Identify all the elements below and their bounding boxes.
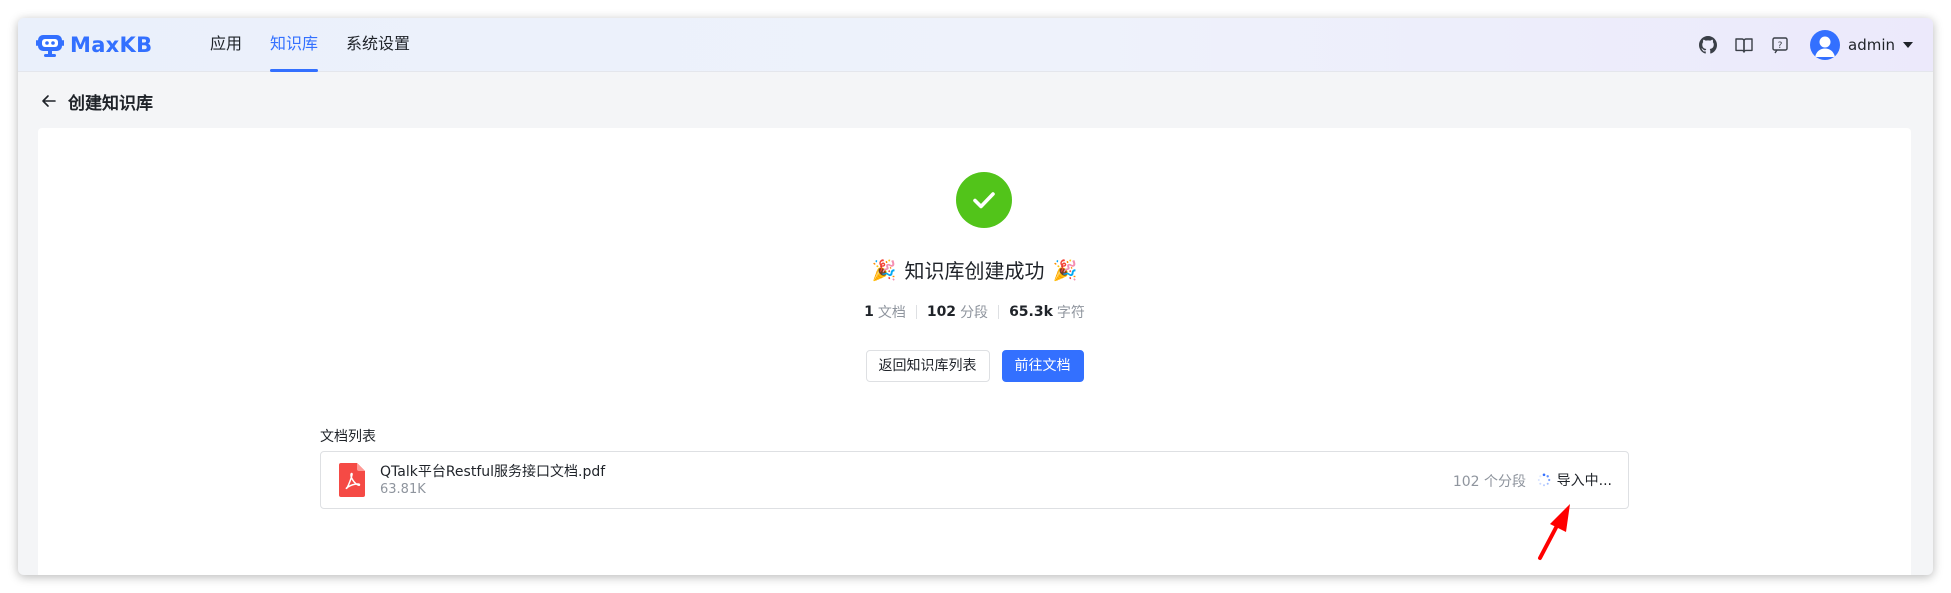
party-popper-icon: 🎉	[871, 257, 897, 282]
nav-item-apps[interactable]: 应用	[210, 18, 242, 72]
back-arrow-icon[interactable]	[40, 92, 58, 110]
success-title: 知识库创建成功	[904, 259, 1045, 283]
document-size: 63.81K	[380, 482, 426, 497]
stat-char-count: 65.3k	[1009, 304, 1053, 320]
list-item[interactable]: QTalk平台Restful服务接口文档.pdf 63.81K 102 个分段 …	[320, 451, 1629, 509]
page-header: 创建知识库	[40, 88, 153, 114]
loading-spinner-icon	[1537, 473, 1550, 487]
brand-name: MaxKB	[70, 33, 153, 57]
svg-text:?: ?	[1778, 41, 1783, 51]
summary-stats: 1 文档 102 分段 65.3k 字符	[38, 302, 1911, 322]
document-name: QTalk平台Restful服务接口文档.pdf	[380, 464, 606, 480]
divider	[998, 305, 1000, 319]
success-title-row: 🎉 知识库创建成功 🎉	[38, 255, 1911, 284]
success-check-icon	[956, 172, 1012, 228]
app-window: MaxKB 应用 知识库 系统设置 ? admin 创建知识库 🎉 知识库创建成…	[18, 18, 1933, 575]
user-avatar[interactable]	[1810, 30, 1840, 60]
stat-char-unit: 字符	[1056, 305, 1085, 321]
github-icon[interactable]	[1698, 35, 1718, 55]
header-actions: ? admin	[1682, 27, 1913, 63]
main-nav: 应用 知识库 系统设置	[210, 18, 438, 72]
robot-logo-icon	[36, 35, 64, 57]
divider	[915, 305, 917, 319]
party-popper-icon: 🎉	[1052, 257, 1078, 282]
username[interactable]: admin	[1848, 36, 1895, 54]
stat-doc-unit: 文档	[877, 305, 906, 321]
stat-segment-unit: 分段	[960, 305, 989, 321]
logo[interactable]: MaxKB	[36, 30, 152, 60]
book-icon[interactable]	[1734, 35, 1754, 55]
stat-doc-count: 1	[864, 304, 874, 320]
page-title: 创建知识库	[68, 93, 153, 114]
document-segments: 102 个分段	[1452, 474, 1526, 490]
back-to-list-button[interactable]: 返回知识库列表	[865, 350, 990, 382]
nav-item-settings[interactable]: 系统设置	[346, 18, 410, 72]
action-buttons: 返回知识库列表 前往文档	[38, 350, 1911, 382]
go-to-documents-button[interactable]: 前往文档	[1001, 350, 1084, 382]
result-card: 🎉 知识库创建成功 🎉 1 文档 102 分段 65.3k 字符 返回知识库列表…	[38, 128, 1911, 575]
top-header: MaxKB 应用 知识库 系统设置 ? admin	[18, 18, 1933, 72]
pdf-file-icon	[339, 463, 365, 497]
help-icon[interactable]: ?	[1770, 35, 1790, 55]
document-list-label: 文档列表	[320, 429, 376, 445]
nav-item-knowledge[interactable]: 知识库	[270, 18, 319, 72]
annotation-arrow	[1538, 504, 1570, 560]
import-status: 导入中...	[1537, 470, 1612, 490]
chevron-down-icon[interactable]	[1903, 42, 1913, 48]
stat-segment-count: 102	[926, 304, 957, 320]
import-status-text: 导入中...	[1556, 473, 1612, 489]
